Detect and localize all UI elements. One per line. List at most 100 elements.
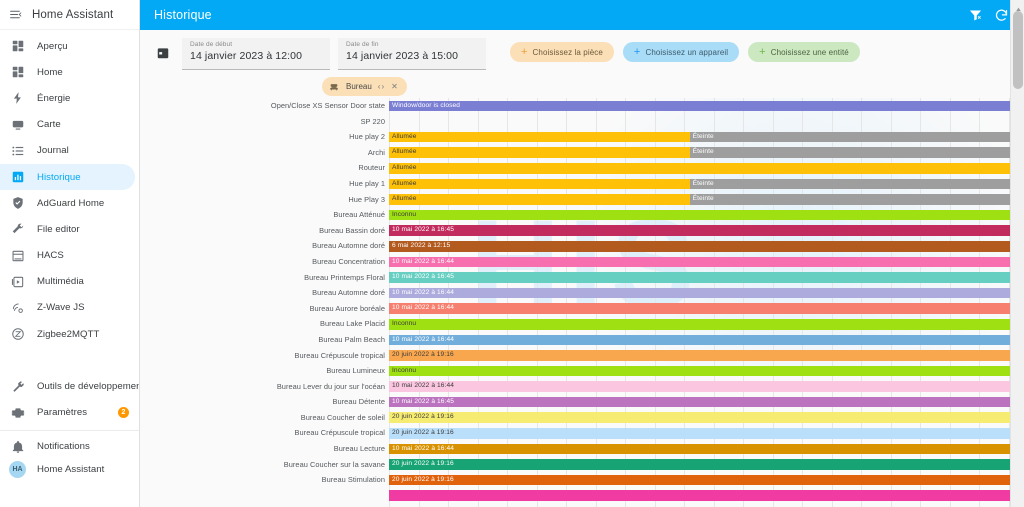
timeline-row: Hue play 2 Allumée Éteinte <box>140 129 1024 145</box>
choose-room-chip[interactable]: + Choisissez la pièce <box>510 42 614 62</box>
start-date-label: Date de début <box>190 41 233 48</box>
end-date-field[interactable]: Date de fin 14 janvier 2023 à 15:00 <box>338 38 486 70</box>
hamburger-menu-icon[interactable] <box>8 7 23 22</box>
filter-toolbar: Date de début 14 janvier 2023 à 12:00 Da… <box>140 30 1024 98</box>
timeline-segment[interactable]: 10 mai 2022 à 16:44 <box>389 287 1024 299</box>
timeline-segment[interactable]: Éteinte <box>689 147 1024 158</box>
timeline-row: Hue play 1 Allumée Éteinte <box>140 176 1024 192</box>
sidebar-item-label: Historique <box>37 171 81 183</box>
timeline-segment[interactable]: Window/door is closed <box>389 100 1024 112</box>
timeline-row-bars: 20 juin 2022 à 19:16 <box>389 459 1024 470</box>
timeline-row: SP 220 <box>140 114 1024 130</box>
sidebar-item-z-wave-js[interactable]: Z-Wave JS <box>0 295 139 321</box>
view-dashboard-icon <box>10 64 26 80</box>
scroll-up-icon[interactable] <box>1014 1 1023 11</box>
timeline-row-bars: Allumée Éteinte <box>389 147 1024 158</box>
chart-box-icon <box>10 169 26 185</box>
sidebar-item-label: Multimédia <box>37 276 84 288</box>
sidebar-item-zigbee2mqtt[interactable]: Zigbee2MQTT <box>0 321 139 347</box>
timeline-rows: Open/Close XS Sensor Door state Window/do… <box>140 98 1024 503</box>
timeline-row <box>140 488 1024 504</box>
timeline-row-label: Hue Play 3 <box>348 194 385 204</box>
timeline-segment[interactable]: 6 mai 2022 à 12:15 <box>389 240 1024 252</box>
timeline-row-label: Bureau Concentration <box>312 256 385 266</box>
timeline-row-bars: Inconnu <box>389 318 1024 330</box>
timeline-row-bars: 10 mai 2022 à 16:44 <box>389 443 1024 455</box>
timeline-segment[interactable]: 10 mai 2022 à 16:45 <box>389 272 1024 283</box>
filter-off-icon[interactable] <box>962 2 988 28</box>
choose-entity-chip[interactable]: + Choisissez une entité <box>748 42 860 62</box>
timeline-segment[interactable]: 10 mai 2022 à 16:44 <box>389 443 1024 455</box>
sidebar-item-notifications[interactable]: Notifications <box>0 434 139 460</box>
timeline-segment[interactable]: 10 mai 2022 à 16:44 <box>389 381 1024 392</box>
sidebar-item-home[interactable]: Home <box>0 59 139 85</box>
timeline-row-label: Bureau Palm Beach <box>318 334 385 344</box>
close-icon[interactable]: ✕ <box>391 82 399 91</box>
timeline-segment[interactable]: 20 juin 2022 à 19:16 <box>389 428 1024 439</box>
chevron-expand-icon[interactable]: ‹› <box>378 82 385 91</box>
timeline-segment[interactable]: 20 juin 2022 à 19:16 <box>389 474 1024 486</box>
timeline-segment[interactable]: Éteinte <box>689 194 1024 205</box>
vertical-scrollbar[interactable] <box>1010 0 1024 507</box>
timeline-row-label: Bureau Stimulation <box>321 475 385 485</box>
timeline-row-bars: 10 mai 2022 à 16:45 <box>389 225 1024 236</box>
sidebar-item-carte[interactable]: Carte <box>0 112 139 138</box>
scrollbar-thumb[interactable] <box>1013 11 1023 89</box>
timeline-row: Bureau Concentration 10 mai 2022 à 16:44 <box>140 254 1024 270</box>
sidebar-item-hacs[interactable]: HACS <box>0 243 139 269</box>
timeline-segment[interactable]: Allumée <box>389 162 1024 174</box>
timeline-segment[interactable]: Éteinte <box>689 178 1024 190</box>
timeline-segment[interactable]: 10 mai 2022 à 16:44 <box>389 334 1024 346</box>
timeline-segment[interactable] <box>389 490 1024 502</box>
sidebar-item-multimedia[interactable]: Multimédia <box>0 269 139 295</box>
selected-room-chip-bureau[interactable]: Bureau ‹› ✕ <box>322 77 407 96</box>
sidebar-item-user-profile[interactable]: HA Home Assistant <box>0 460 139 486</box>
timeline-row-bars: 10 mai 2022 à 16:44 <box>389 381 1024 392</box>
timeline-segment[interactable]: Inconnu <box>389 365 1024 377</box>
timeline-segment[interactable]: Allumée <box>389 131 690 143</box>
sidebar: Home Assistant Aperçu Home Énergie Carte… <box>0 0 140 507</box>
filter-chip-group: + Choisissez la pièce + Choisissez un ap… <box>510 38 860 62</box>
sidebar-item-journal[interactable]: Journal <box>0 138 139 164</box>
sidebar-item-apercu[interactable]: Aperçu <box>0 33 139 59</box>
sidebar-item-adguard-home[interactable]: AdGuard Home <box>0 190 139 216</box>
history-timeline-chart: HIS Open/Close XS Sensor Door stateWindo… <box>140 98 1024 507</box>
timeline-segment[interactable]: Inconnu <box>389 209 1024 221</box>
timeline-row-label: SP 220 <box>360 116 385 126</box>
sidebar-item-label: Paramètres <box>37 407 88 419</box>
timeline-segment[interactable]: 20 juin 2022 à 19:16 <box>389 412 1024 424</box>
timeline-segment[interactable]: 10 mai 2022 à 16:44 <box>389 303 1024 314</box>
timeline-segment[interactable]: Inconnu <box>389 318 1024 330</box>
timeline-row-bars: Allumée <box>389 162 1024 174</box>
timeline-row: Bureau Lumineux Inconnu <box>140 363 1024 379</box>
timeline-segment[interactable]: Allumée <box>389 147 690 158</box>
chip-label: Choisissez la pièce <box>532 47 603 57</box>
timeline-segment[interactable]: 10 mai 2022 à 16:45 <box>389 396 1024 408</box>
timeline-segment[interactable]: 20 juin 2022 à 19:16 <box>389 459 1024 470</box>
timeline-row-label <box>140 488 387 504</box>
start-date-field[interactable]: Date de début 14 janvier 2023 à 12:00 <box>182 38 330 70</box>
calendar-icon[interactable] <box>152 38 174 68</box>
timeline-segment[interactable]: Éteinte <box>689 131 1024 143</box>
sidebar-item-energie[interactable]: Énergie <box>0 85 139 111</box>
choose-device-chip[interactable]: + Choisissez un appareil <box>622 42 740 62</box>
timeline-segment[interactable]: Allumée <box>389 178 690 190</box>
timeline-segment[interactable]: Allumée <box>389 194 690 205</box>
gear-icon <box>10 405 26 421</box>
bell-icon <box>10 439 26 455</box>
timeline-segment[interactable]: 10 mai 2022 à 16:45 <box>389 225 1024 236</box>
timeline-segment[interactable]: 20 juin 2022 à 19:16 <box>389 350 1024 361</box>
timeline-row-label: Bureau Lecture <box>333 444 385 454</box>
sidebar-item-file-editor[interactable]: File editor <box>0 216 139 242</box>
timeline-row: Bureau Lever du jour sur l'océan 10 mai 2… <box>140 379 1024 395</box>
sidebar-item-label: AdGuard Home <box>37 197 105 209</box>
timeline-row-bars: Allumée Éteinte <box>389 194 1024 205</box>
sidebar-item-parametres[interactable]: Paramètres 2 <box>0 399 139 425</box>
timeline-segment[interactable]: 10 mai 2022 à 16:44 <box>389 256 1024 268</box>
timeline-row-label: Bureau Lumineux <box>326 366 385 376</box>
sidebar-item-historique[interactable]: Historique <box>0 163 135 191</box>
start-date-value: 14 janvier 2023 à 12:00 <box>190 50 303 62</box>
format-list-icon <box>10 143 26 159</box>
history-chart-scroll-area[interactable]: HIS Open/Close XS Sensor Door stateWindo… <box>140 98 1024 507</box>
sidebar-item-developer-tools[interactable]: Outils de développement <box>0 373 139 399</box>
